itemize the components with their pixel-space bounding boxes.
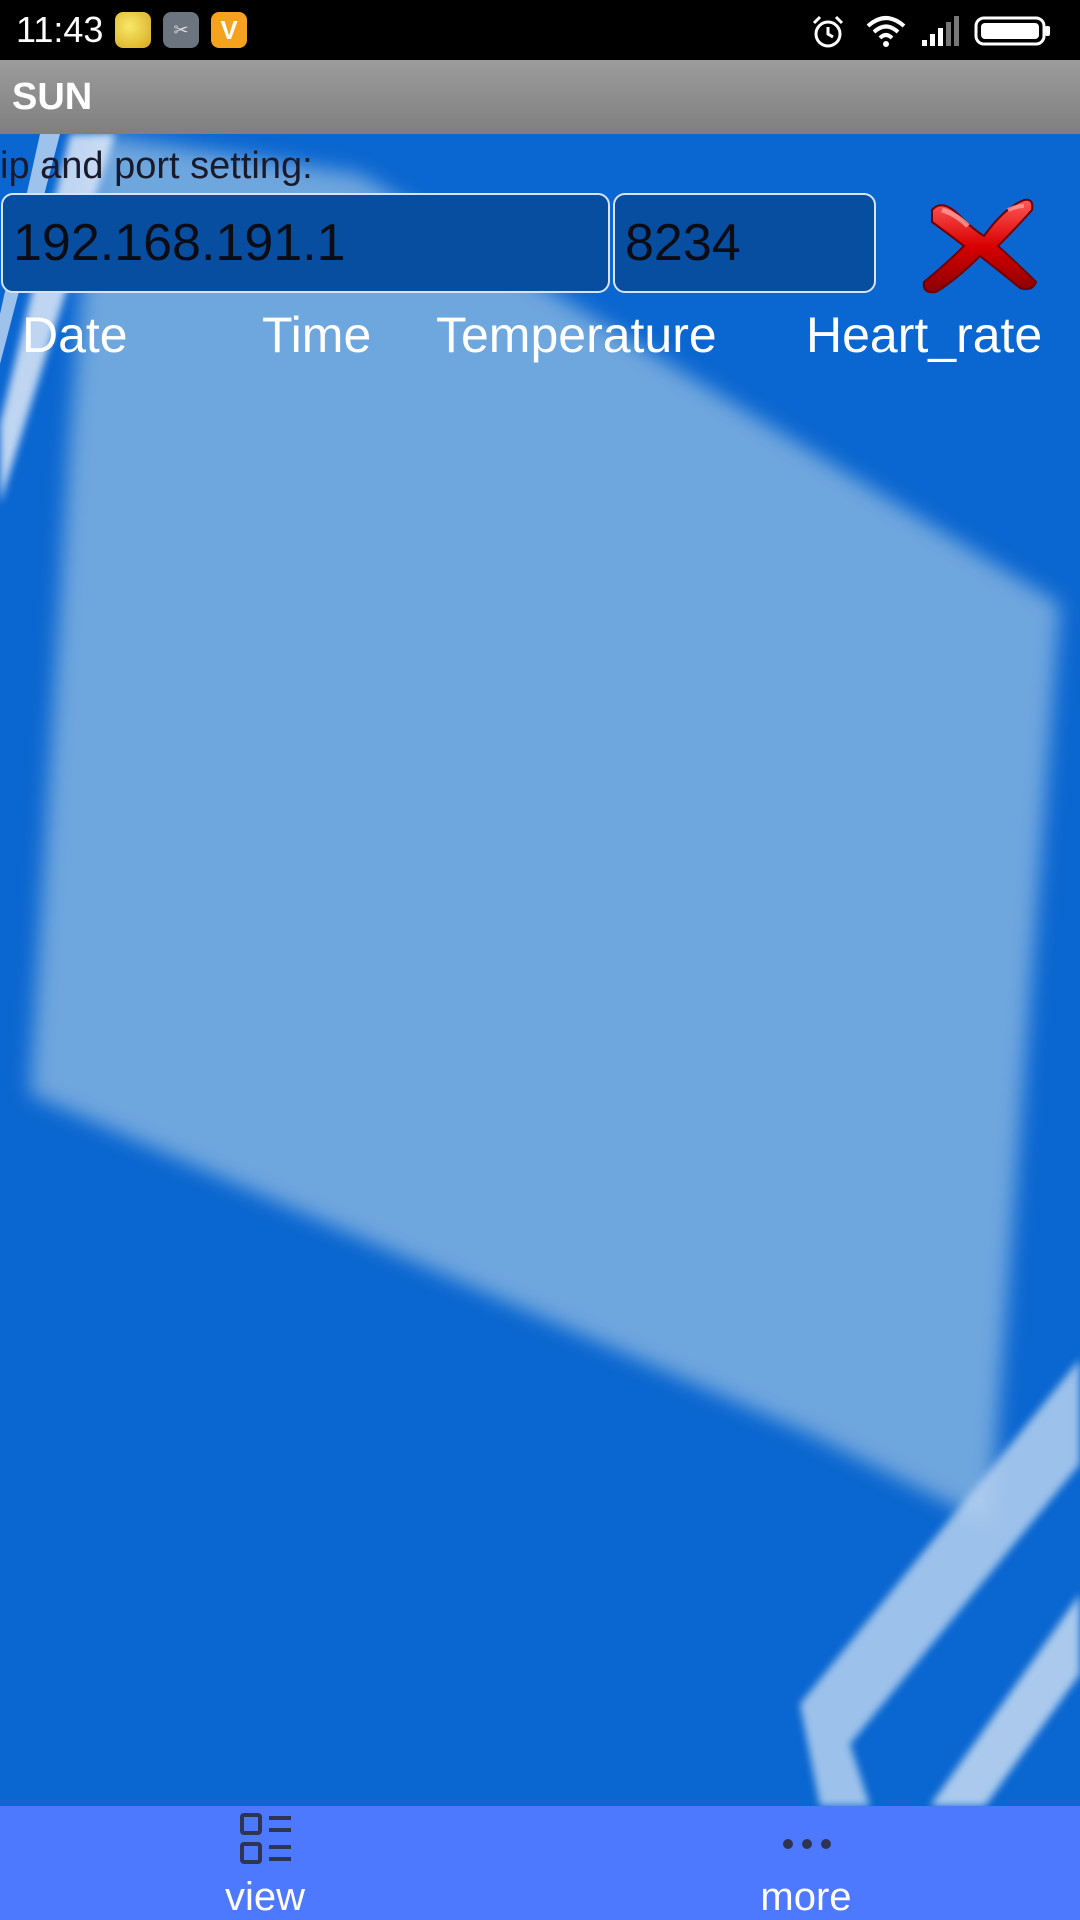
background-graphic: [0, 134, 1080, 1806]
close-icon: [922, 198, 1038, 294]
close-button[interactable]: [912, 188, 1042, 298]
alarm-icon: [812, 15, 844, 48]
status-bar: 11:43 ✂ V: [0, 0, 1080, 60]
ip-port-label: ip and port setting:: [0, 145, 313, 187]
nav-view-label: view: [224, 1875, 306, 1919]
nav-more-button[interactable]: more: [686, 1806, 926, 1920]
column-header-temperature: Temperature: [436, 307, 717, 363]
wifi-icon: [866, 16, 906, 47]
battery-icon: [974, 16, 1050, 46]
more-dots-icon: [783, 1839, 831, 1849]
app-title-bar: SUN: [0, 60, 1080, 134]
column-header-heart-rate: Heart_rate: [806, 307, 1043, 363]
status-time: 11:43: [16, 9, 104, 50]
signal-icon: [922, 16, 959, 46]
port-input[interactable]: [613, 193, 876, 293]
list-icon: [240, 1813, 291, 1864]
lemon-app-icon: [115, 12, 151, 48]
bottom-navigation: view more: [0, 1806, 1080, 1920]
scissors-app-icon: ✂: [163, 12, 199, 48]
column-header-date: Date: [22, 307, 128, 363]
app-title: SUN: [12, 76, 93, 118]
background-decoration: [0, 134, 1080, 1806]
column-header-time: Time: [262, 307, 372, 363]
nav-more-label: more: [760, 1875, 852, 1919]
v-app-icon: V: [211, 12, 247, 48]
ip-address-input[interactable]: [1, 193, 610, 293]
table-header: Date Time Temperature Heart_rate: [0, 305, 1080, 365]
app-screen: 11:43 ✂ V SUN ip and port setting: 192.1…: [0, 0, 1080, 1920]
nav-view-button[interactable]: view: [145, 1806, 385, 1920]
